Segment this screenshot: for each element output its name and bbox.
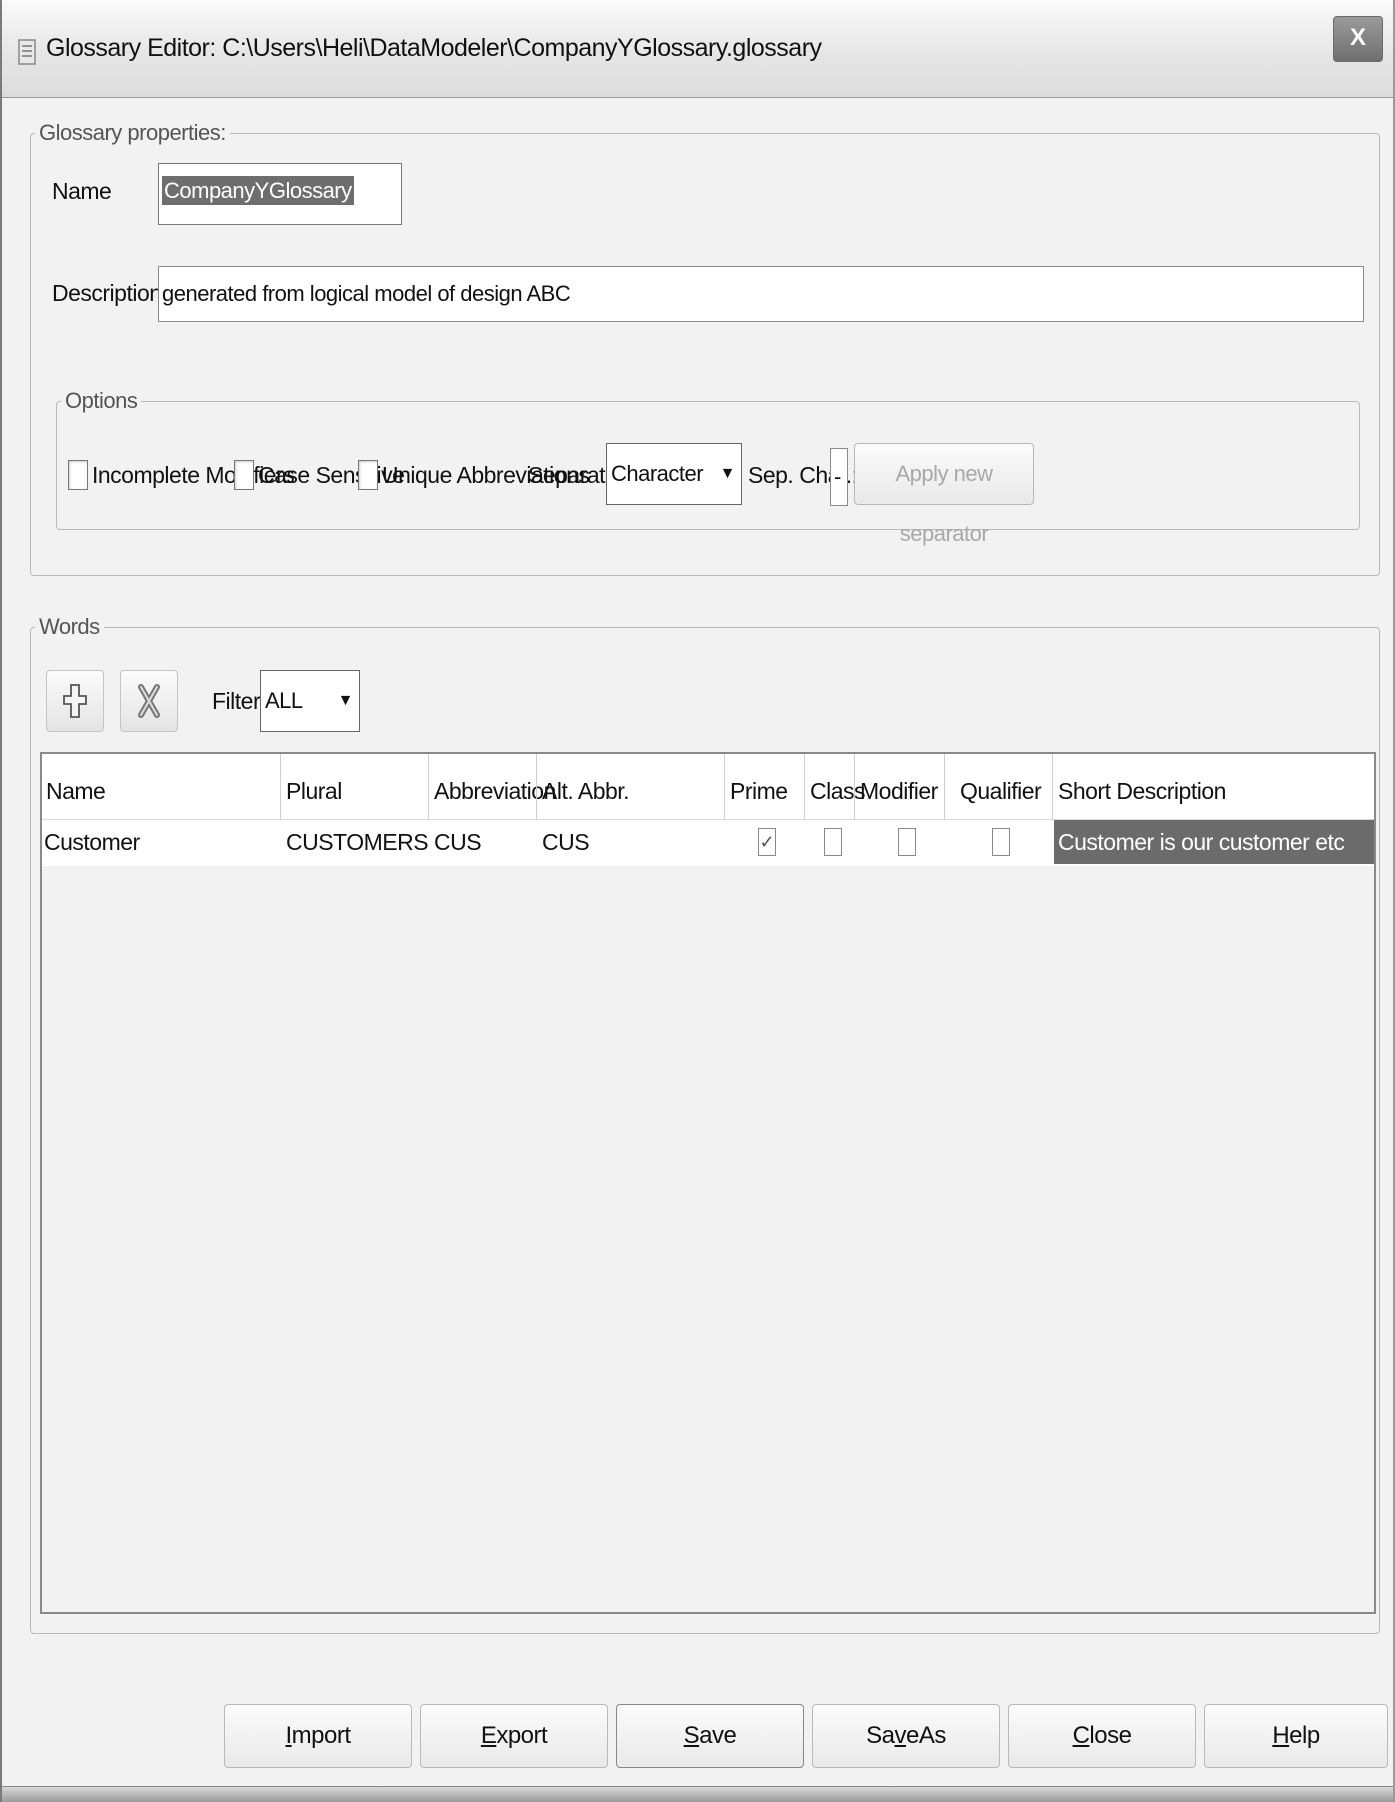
window-bottom-edge bbox=[2, 1786, 1393, 1802]
table-header: Name Plural Abbreviation Alt. Abbr. Prim… bbox=[42, 754, 1374, 820]
title-bar: Glossary Editor: C:\Users\Heli\DataModel… bbox=[2, 0, 1393, 98]
modifier-checkbox[interactable] bbox=[898, 828, 916, 856]
apply-new-separator-button[interactable]: Apply new separator bbox=[854, 443, 1034, 546]
words-legend: Words bbox=[39, 614, 100, 639]
glossary-properties-legend: Glossary properties: bbox=[39, 120, 226, 145]
chevron-down-icon: ▼ bbox=[337, 692, 354, 709]
filter-dropdown[interactable]: ALL ▼ bbox=[260, 670, 360, 732]
cell-abbreviation[interactable]: CUS bbox=[434, 829, 482, 856]
glossary-name-value: CompanyYGlossary bbox=[162, 176, 354, 205]
filter-label: Filter: bbox=[212, 688, 267, 714]
prime-checkbox[interactable]: ✓ bbox=[758, 828, 776, 856]
cell-plural[interactable]: CUSTOMERS bbox=[286, 829, 429, 856]
add-word-button[interactable] bbox=[46, 670, 104, 732]
column-header-abbreviation[interactable]: Abbreviation bbox=[434, 778, 556, 805]
cell-name[interactable]: Customer bbox=[44, 829, 140, 856]
column-header-modifier[interactable]: Modifier bbox=[860, 778, 938, 805]
close-button[interactable]: Close bbox=[1008, 1704, 1196, 1768]
cell-alt-abbr[interactable]: CUS bbox=[542, 829, 590, 856]
qualifier-checkbox[interactable] bbox=[992, 828, 1010, 856]
chevron-down-icon: ▼ bbox=[719, 465, 736, 482]
separator-dropdown[interactable]: Character ▼ bbox=[606, 443, 742, 505]
separator-value: Character bbox=[611, 461, 704, 486]
help-button[interactable]: Help bbox=[1204, 1704, 1388, 1768]
selected-cell[interactable]: Customer is our customer etc bbox=[1054, 820, 1374, 864]
glossary-editor-window: Glossary Editor: C:\Users\Heli\DataModel… bbox=[0, 0, 1395, 1802]
unique-abbreviations-checkbox[interactable] bbox=[358, 460, 378, 490]
options-legend: Options bbox=[65, 388, 138, 413]
column-header-plural[interactable]: Plural bbox=[286, 778, 342, 805]
window-close-button[interactable]: X bbox=[1333, 16, 1383, 62]
incomplete-modifiers-checkbox[interactable] bbox=[68, 460, 88, 490]
import-button[interactable]: Import bbox=[224, 1704, 412, 1768]
export-button[interactable]: Export bbox=[420, 1704, 608, 1768]
delete-x-icon bbox=[138, 684, 160, 718]
description-field[interactable]: generated from logical model of design A… bbox=[158, 266, 1364, 322]
cell-short-description: Customer is our customer etc bbox=[1058, 829, 1345, 855]
sep-char-field[interactable]: - bbox=[830, 448, 848, 506]
words-table: Name Plural Abbreviation Alt. Abbr. Prim… bbox=[40, 752, 1376, 1614]
plus-icon bbox=[63, 684, 87, 718]
case-sensitive-checkbox[interactable] bbox=[234, 460, 254, 490]
column-header-alt-abbr[interactable]: Alt. Abbr. bbox=[542, 778, 630, 805]
save-button[interactable]: Save bbox=[616, 1704, 804, 1768]
delete-word-button[interactable] bbox=[120, 670, 178, 732]
column-header-qualifier[interactable]: Qualifier bbox=[960, 778, 1042, 805]
column-header-name[interactable]: Name bbox=[46, 778, 106, 805]
filter-value: ALL bbox=[265, 688, 303, 713]
table-row[interactable]: Customer CUSTOMERS CUS CUS ✓ Customer is… bbox=[42, 820, 1374, 866]
save-as-button[interactable]: SaveAs bbox=[812, 1704, 1000, 1768]
column-header-prime[interactable]: Prime bbox=[730, 778, 788, 805]
window-title: Glossary Editor: C:\Users\Heli\DataModel… bbox=[46, 34, 822, 62]
class-checkbox[interactable] bbox=[824, 828, 842, 856]
description-label: Description bbox=[52, 280, 162, 306]
glossary-app-icon bbox=[18, 39, 36, 65]
glossary-name-field[interactable]: CompanyYGlossary bbox=[158, 163, 402, 225]
name-label: Name bbox=[52, 178, 112, 204]
column-header-short-description[interactable]: Short Description bbox=[1058, 778, 1226, 805]
column-header-class[interactable]: Class bbox=[810, 778, 866, 805]
